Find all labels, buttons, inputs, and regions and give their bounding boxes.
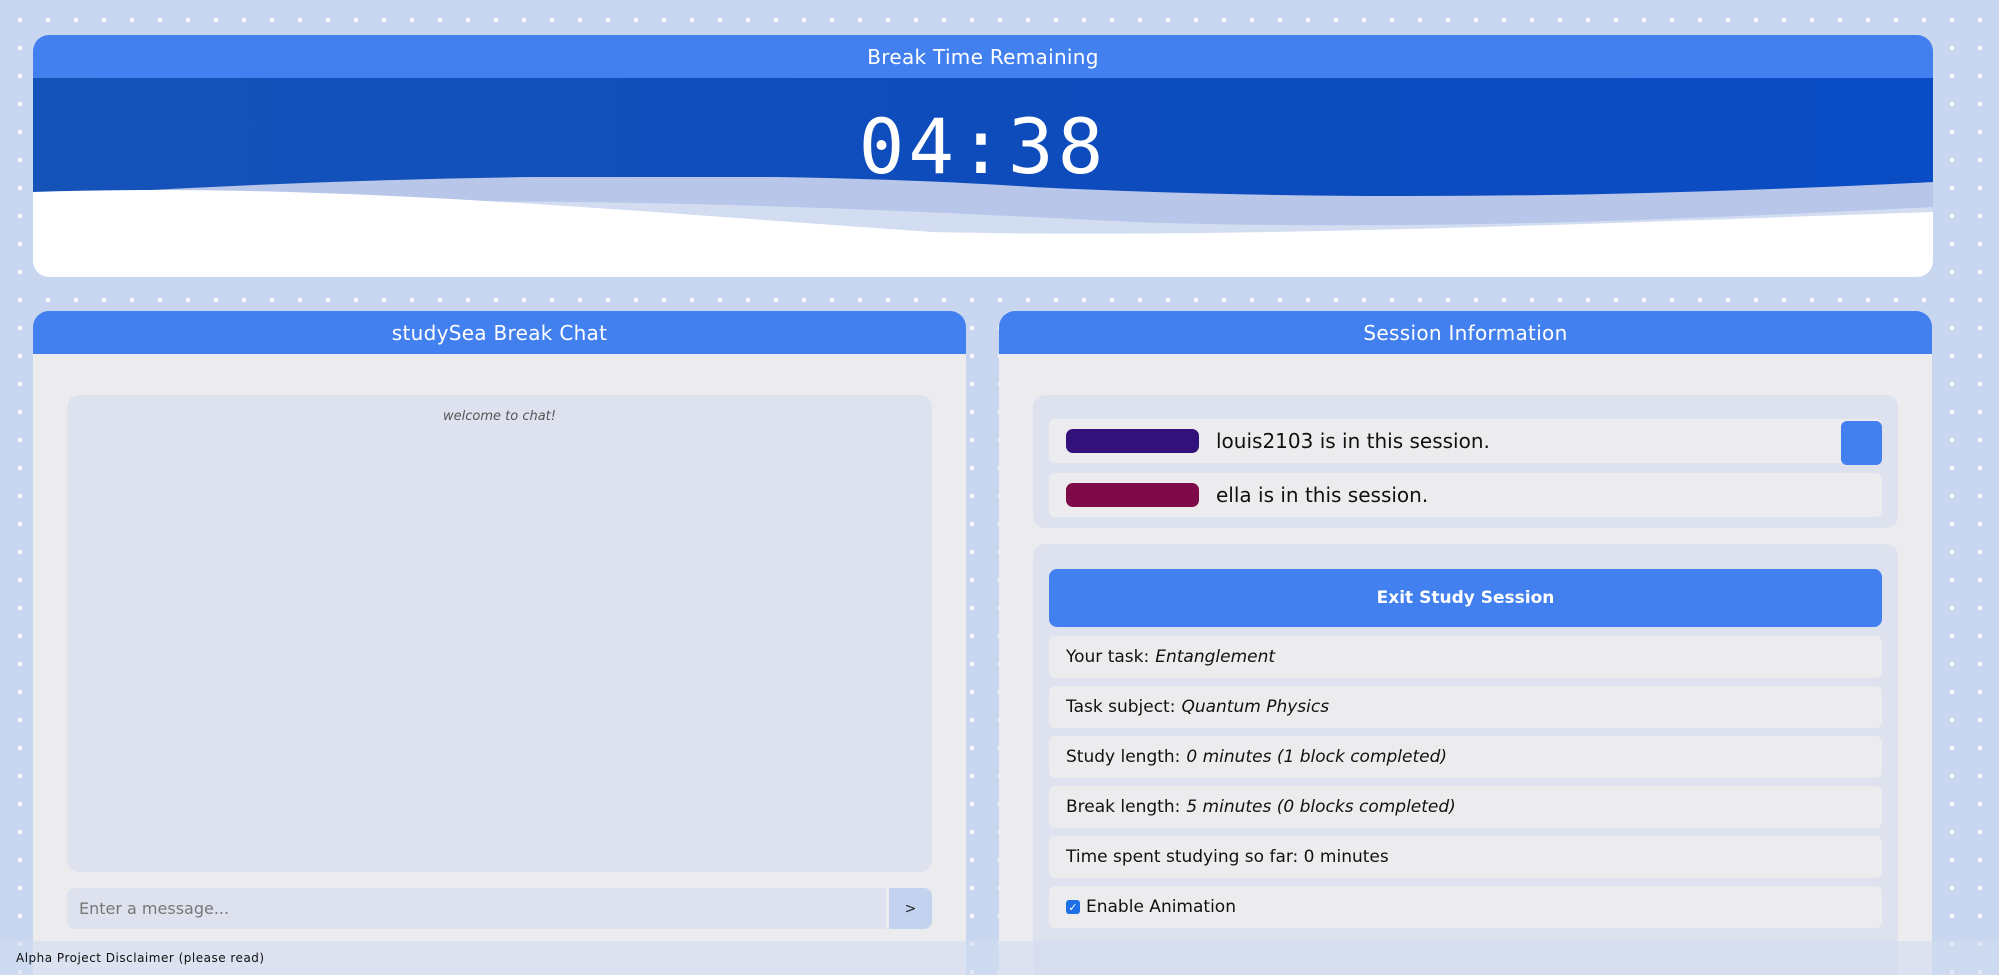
animation-toggle-row[interactable]: ✓ Enable Animation [1049, 886, 1882, 928]
time-spent-row: Time spent studying so far: 0 minutes [1049, 836, 1882, 878]
session-details: Exit Study Session Your task: Entangleme… [1033, 544, 1898, 975]
study-length-row: Study length: 0 minutes (1 block complet… [1049, 736, 1882, 778]
member-color-chip [1066, 429, 1199, 453]
chat-messages-area: welcome to chat! [67, 395, 932, 872]
break-length-value: 5 minutes (0 blocks completed) [1186, 797, 1456, 817]
time-spent-text: Time spent studying so far: 0 minutes [1066, 847, 1389, 867]
task-row: Your task: Entanglement [1049, 636, 1882, 678]
break-length-label: Break length: [1066, 797, 1181, 817]
member-row: louis2103 is in this session. [1049, 419, 1882, 465]
subject-row: Task subject: Quantum Physics [1049, 686, 1882, 728]
send-message-button[interactable]: > [889, 888, 932, 929]
chat-welcome-message: welcome to chat! [443, 409, 556, 424]
exit-session-button[interactable]: Exit Study Session [1049, 569, 1882, 627]
member-action-button[interactable] [1841, 421, 1882, 465]
member-name: ella is in this session. [1216, 483, 1429, 507]
task-label: Your task: [1066, 647, 1150, 667]
task-value: Entanglement [1155, 647, 1276, 667]
members-list: louis2103 is in this session. ella is in… [1033, 395, 1898, 528]
subject-label: Task subject: [1066, 697, 1176, 717]
session-info-panel: Session Information louis2103 is in this… [999, 311, 1932, 975]
member-row: ella is in this session. [1049, 473, 1882, 517]
subject-value: Quantum Physics [1181, 697, 1330, 717]
member-name: louis2103 is in this session. [1216, 429, 1490, 453]
break-length-row: Break length: 5 minutes (0 blocks comple… [1049, 786, 1882, 828]
timer-display-area: 04:38 [33, 78, 1933, 277]
chat-message-input[interactable] [67, 888, 886, 929]
animation-label: Enable Animation [1086, 897, 1236, 917]
animation-checkbox[interactable]: ✓ [1066, 900, 1080, 914]
chat-panel: studySea Break Chat welcome to chat! > [33, 311, 966, 975]
wave-decoration [33, 177, 1933, 277]
study-length-label: Study length: [1066, 747, 1181, 767]
timer-header: Break Time Remaining [33, 35, 1933, 78]
disclaimer-link[interactable]: Alpha Project Disclaimer (please read) [16, 951, 265, 965]
member-color-chip [1066, 483, 1199, 507]
session-header: Session Information [999, 311, 1932, 354]
study-length-value: 0 minutes (1 block completed) [1186, 747, 1448, 767]
footer-bar: Alpha Project Disclaimer (please read) [0, 941, 1999, 975]
chat-header: studySea Break Chat [33, 311, 966, 354]
timer-card: Break Time Remaining 04:38 [33, 35, 1933, 277]
